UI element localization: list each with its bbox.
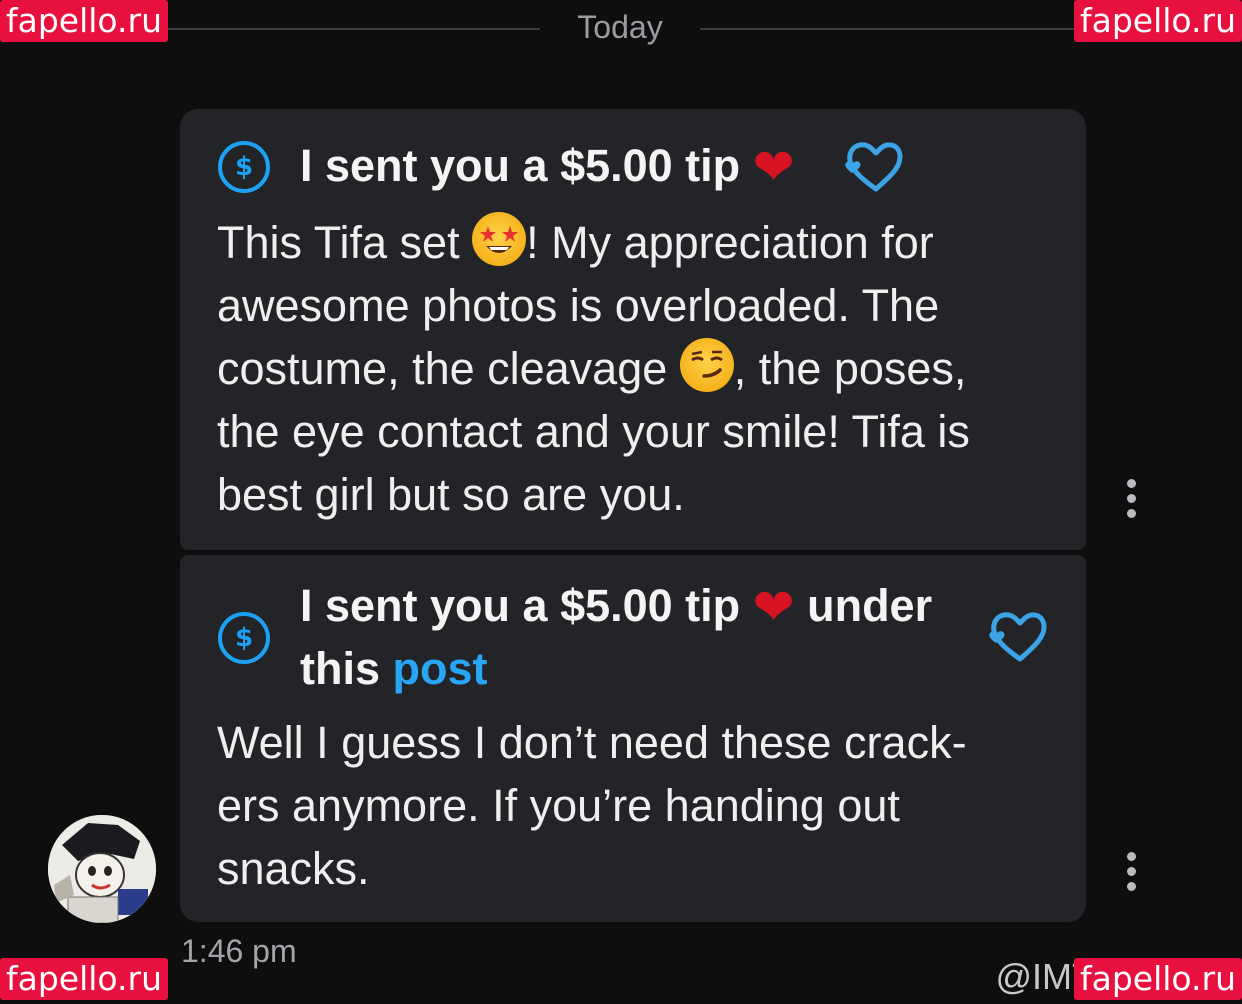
kebab-dot: [1126, 494, 1136, 503]
avatar-image: [48, 815, 156, 923]
kebab-dot: [1126, 867, 1136, 876]
star-struck-emoji-icon: [472, 212, 527, 266]
watermark-bottom-left: fapello.ru: [0, 958, 169, 1000]
kebab-dot: [1126, 852, 1136, 861]
heart-emoji-icon: ❤: [752, 138, 795, 196]
message-timestamp: 1:46 pm: [181, 933, 297, 969]
body-text-part: This Tifa set: [217, 217, 473, 268]
kebab-dot: [1126, 479, 1136, 488]
day-divider: Today: [160, 8, 1080, 48]
message-options-icon-1[interactable]: [1125, 479, 1137, 519]
tip-line-2: this post: [300, 638, 980, 700]
body-text-part: , the poses,: [733, 343, 967, 394]
body-line: ers anymore. If you’re handing out: [217, 780, 900, 831]
tip-title-2: I sent you a $5.00 tip ❤ under this post: [300, 575, 980, 700]
body-line: costume, the cleavage , the poses,: [217, 337, 970, 400]
avatar[interactable]: [48, 815, 156, 923]
watermark-bottom-right: fapello.ru: [1073, 958, 1242, 1000]
divider-line-right: [700, 28, 1080, 30]
post-link[interactable]: post: [393, 643, 488, 694]
kebab-dot: [1126, 509, 1136, 518]
body-line: This Tifa set ! My appreciation for: [217, 211, 970, 274]
tip-line2-prefix: this: [300, 643, 393, 694]
tip-header-1: $ I sent you a $5.00 tip ❤: [218, 135, 795, 198]
dollar-icon: $: [218, 140, 270, 193]
smirk-emoji-icon: [679, 338, 734, 392]
tip-suffix: under: [807, 580, 933, 631]
watermark-top-right: fapello.ru: [1073, 0, 1242, 42]
heart-outline-icon[interactable]: [986, 607, 1050, 665]
tip-text-2: I sent you a $5.00 tip: [300, 580, 741, 631]
chat-screen: Today $ I sent you a $5.00 tip ❤ This Ti…: [0, 0, 1242, 1004]
body-line: awesome photos is overloaded. The: [217, 280, 940, 331]
message-options-icon-2[interactable]: [1125, 852, 1137, 892]
body-line: Well I guess I don’t need these crack-: [217, 717, 967, 768]
body-line: the eye contact and your smile! Tifa is: [217, 406, 970, 457]
message-bubble-1[interactable]: $ I sent you a $5.00 tip ❤ This Tifa set…: [180, 109, 1086, 550]
dollar-icon: $: [218, 611, 270, 664]
tip-line-1: I sent you a $5.00 tip ❤ under: [300, 575, 980, 638]
message-body-1: This Tifa set ! My appreciation for awes…: [217, 211, 970, 526]
message-bubble-2[interactable]: $ I sent you a $5.00 tip ❤ under this po…: [180, 555, 1086, 922]
message-body-2: Well I guess I don’t need these crack- e…: [217, 711, 967, 900]
tip-text-1: I sent you a $5.00 tip: [300, 140, 741, 191]
body-line: snacks.: [217, 843, 370, 894]
body-line: best girl but so are you.: [217, 469, 685, 520]
watermark-top-left: fapello.ru: [0, 0, 169, 42]
tip-header-2: $ I sent you a $5.00 tip ❤ under this po…: [218, 575, 980, 700]
day-label: Today: [577, 9, 663, 45]
body-text-part: costume, the cleavage: [217, 343, 680, 394]
body-text-part: ! My appreciation for: [526, 217, 934, 268]
tip-title-1: I sent you a $5.00 tip ❤: [300, 135, 795, 198]
heart-outline-icon[interactable]: [842, 137, 906, 195]
kebab-dot: [1126, 882, 1136, 891]
heart-emoji-icon: ❤: [752, 578, 795, 636]
